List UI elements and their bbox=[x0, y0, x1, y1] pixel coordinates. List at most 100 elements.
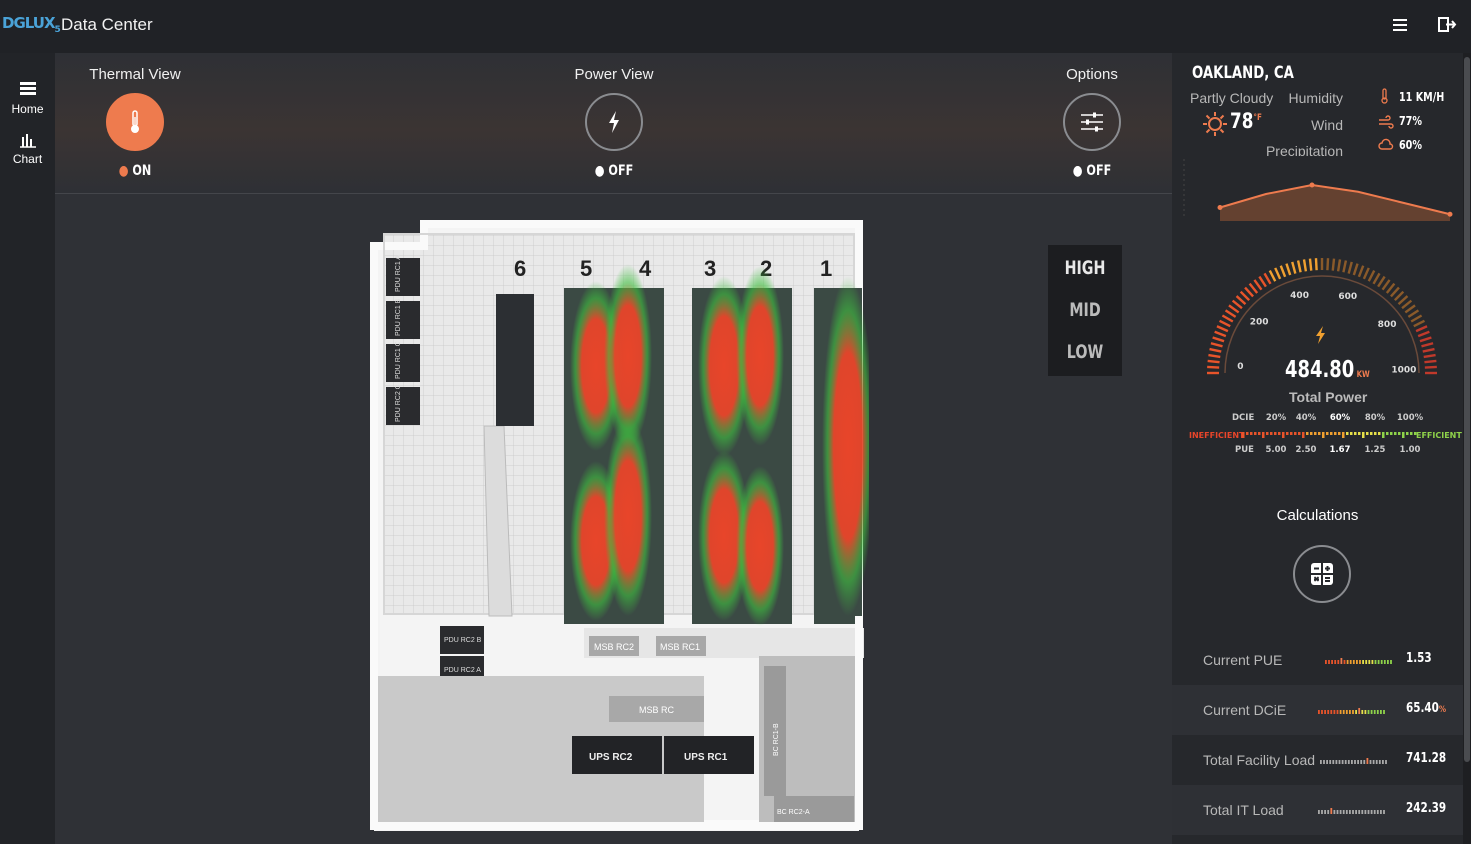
dcie-tick: 100% bbox=[1397, 413, 1424, 423]
metric-unit: % bbox=[1438, 705, 1447, 715]
scale-segment bbox=[1354, 432, 1357, 435]
metric-label: Total Facility Load bbox=[1203, 752, 1316, 768]
metric-bar-segment bbox=[1369, 760, 1372, 764]
scale-segment bbox=[1382, 432, 1385, 438]
metric-bar-segment bbox=[1340, 658, 1343, 664]
metric-bar bbox=[1318, 808, 1385, 814]
pdu-rc1-a[interactable]: PDU RC1 A bbox=[386, 255, 420, 296]
scale-segment bbox=[1390, 432, 1393, 435]
scale-segment bbox=[1298, 432, 1301, 435]
metric-bar-segment bbox=[1321, 810, 1323, 814]
metric-bar-segment bbox=[1380, 710, 1382, 714]
msb-rc2[interactable]: MSB RC2 bbox=[589, 636, 639, 656]
ups-rc2[interactable]: UPS RC2 bbox=[572, 736, 662, 774]
metric-bar-segment bbox=[1355, 810, 1357, 814]
dcie-title: DCIE bbox=[1232, 413, 1254, 423]
metric-bar-segment bbox=[1325, 660, 1327, 664]
metric-row-facility-load: Total Facility Load 741.28 bbox=[1172, 735, 1463, 785]
gauge-tick bbox=[1210, 342, 1223, 348]
logout-button[interactable] bbox=[1436, 14, 1458, 36]
metric-value: 65.40% bbox=[1406, 701, 1446, 716]
metric-bar-segment bbox=[1344, 760, 1347, 764]
bc-rc1[interactable]: BC RC1-B bbox=[764, 666, 786, 796]
scale-segment bbox=[1254, 432, 1257, 435]
rack-row-6[interactable] bbox=[496, 294, 534, 426]
sidebar-item-chart[interactable]: Chart bbox=[0, 131, 55, 166]
calculator-button[interactable] bbox=[1293, 545, 1351, 603]
lightning-icon bbox=[1316, 326, 1325, 344]
gauge-tick bbox=[1231, 299, 1243, 310]
msb-label: MSB RC1 bbox=[660, 642, 700, 652]
scale-segment bbox=[1302, 432, 1305, 438]
scale-segment bbox=[1398, 432, 1401, 435]
options-button[interactable] bbox=[1063, 93, 1121, 151]
metric-bar-segment bbox=[1349, 710, 1351, 714]
menu-button[interactable] bbox=[1390, 14, 1412, 36]
gauge-tick bbox=[1342, 260, 1348, 273]
metric-bar-segment bbox=[1370, 810, 1373, 814]
rack-row-5-4[interactable] bbox=[564, 264, 664, 624]
gauge-tick bbox=[1381, 279, 1391, 291]
metric-bar-segment bbox=[1383, 810, 1385, 814]
ups-rc1[interactable]: UPS RC1 bbox=[664, 736, 754, 774]
sidebar-item-label: Chart bbox=[12, 152, 43, 166]
metric-bar-segment bbox=[1373, 710, 1376, 714]
power-view-button[interactable] bbox=[585, 93, 643, 151]
view-controls: Thermal View ● ON Power View ● OFF Optio… bbox=[55, 53, 1172, 194]
metric-bar-segment bbox=[1367, 710, 1370, 714]
metric-bar-segment bbox=[1390, 660, 1392, 664]
options-control: Options ● OFF bbox=[1022, 66, 1162, 179]
sidebar-item-home[interactable]: Home bbox=[0, 81, 55, 116]
precipitation-label: Precipitation bbox=[1265, 143, 1343, 156]
msb-rc1[interactable]: MSB RC1 bbox=[656, 636, 706, 656]
msb-rc[interactable]: MSB RC bbox=[609, 696, 704, 722]
scrollbar-thumb[interactable] bbox=[1464, 57, 1470, 762]
pdu-rc2-b[interactable]: PDU RC2 B bbox=[440, 626, 484, 654]
gauge-tick bbox=[1372, 272, 1381, 285]
sun-icon bbox=[1203, 112, 1227, 136]
power-view-control: Power View ● OFF bbox=[544, 66, 684, 179]
pdu-rc1-c[interactable]: PDU RC1 C bbox=[386, 341, 420, 382]
thermal-view-button[interactable] bbox=[106, 93, 164, 151]
humidity-label: Humidity bbox=[1288, 90, 1343, 106]
gauge-tick bbox=[1208, 353, 1221, 359]
gauge-tick bbox=[1214, 330, 1227, 338]
metric-bar-segment bbox=[1352, 710, 1354, 714]
metric-row-it-load: Total IT Load 242.39 bbox=[1172, 785, 1463, 835]
pdu-rc2-c[interactable]: PDU RC2 C bbox=[386, 384, 420, 425]
gauge-tick bbox=[1302, 259, 1308, 272]
dcie-tick: 20% bbox=[1266, 413, 1287, 423]
gauge-tick bbox=[1244, 286, 1254, 298]
forecast-point bbox=[1447, 211, 1453, 217]
gauge-tick bbox=[1263, 272, 1272, 285]
scale-segment bbox=[1370, 432, 1373, 435]
precipitation-value: 60% bbox=[1399, 138, 1422, 152]
scrollbar[interactable] bbox=[1463, 53, 1471, 844]
gauge-tick bbox=[1419, 336, 1432, 343]
gauge-tick bbox=[1209, 347, 1222, 353]
rack-row-1[interactable] bbox=[814, 276, 869, 624]
gauge-tick bbox=[1421, 342, 1434, 348]
scale-segment bbox=[1394, 432, 1397, 435]
metric-label: Current PUE bbox=[1203, 652, 1283, 668]
scale-segment bbox=[1286, 432, 1289, 435]
gauge-tick bbox=[1235, 295, 1247, 305]
metric-bar-segment bbox=[1358, 810, 1361, 814]
thermal-view-label: Thermal View bbox=[89, 66, 181, 83]
scale-segment bbox=[1330, 432, 1333, 435]
dcie-tick: 40% bbox=[1296, 413, 1317, 423]
pdu-label: PDU RC1 C bbox=[395, 341, 402, 379]
gauge-tick bbox=[1362, 267, 1370, 280]
gauge-tick bbox=[1218, 319, 1231, 328]
efficiency-scale: DCIE PUE 20% 40% 60% 80% 100% 5.00 2.50 1.67 1.25 1… bbox=[1189, 413, 1462, 455]
pdu-rc1-b[interactable]: PDU RC1 B bbox=[386, 298, 420, 339]
lightning-icon bbox=[609, 111, 619, 133]
gauge-tick bbox=[1336, 259, 1342, 272]
scale-segment bbox=[1366, 432, 1369, 435]
gauge-tick bbox=[1253, 279, 1263, 291]
metric-bar-segment bbox=[1354, 760, 1356, 764]
pdu-label: PDU RC2 C bbox=[395, 384, 402, 422]
bc-rc2[interactable]: BC RC2-A bbox=[774, 796, 854, 826]
thermal-state-text: ON bbox=[132, 163, 152, 179]
rack-row-3-2[interactable] bbox=[692, 266, 792, 626]
